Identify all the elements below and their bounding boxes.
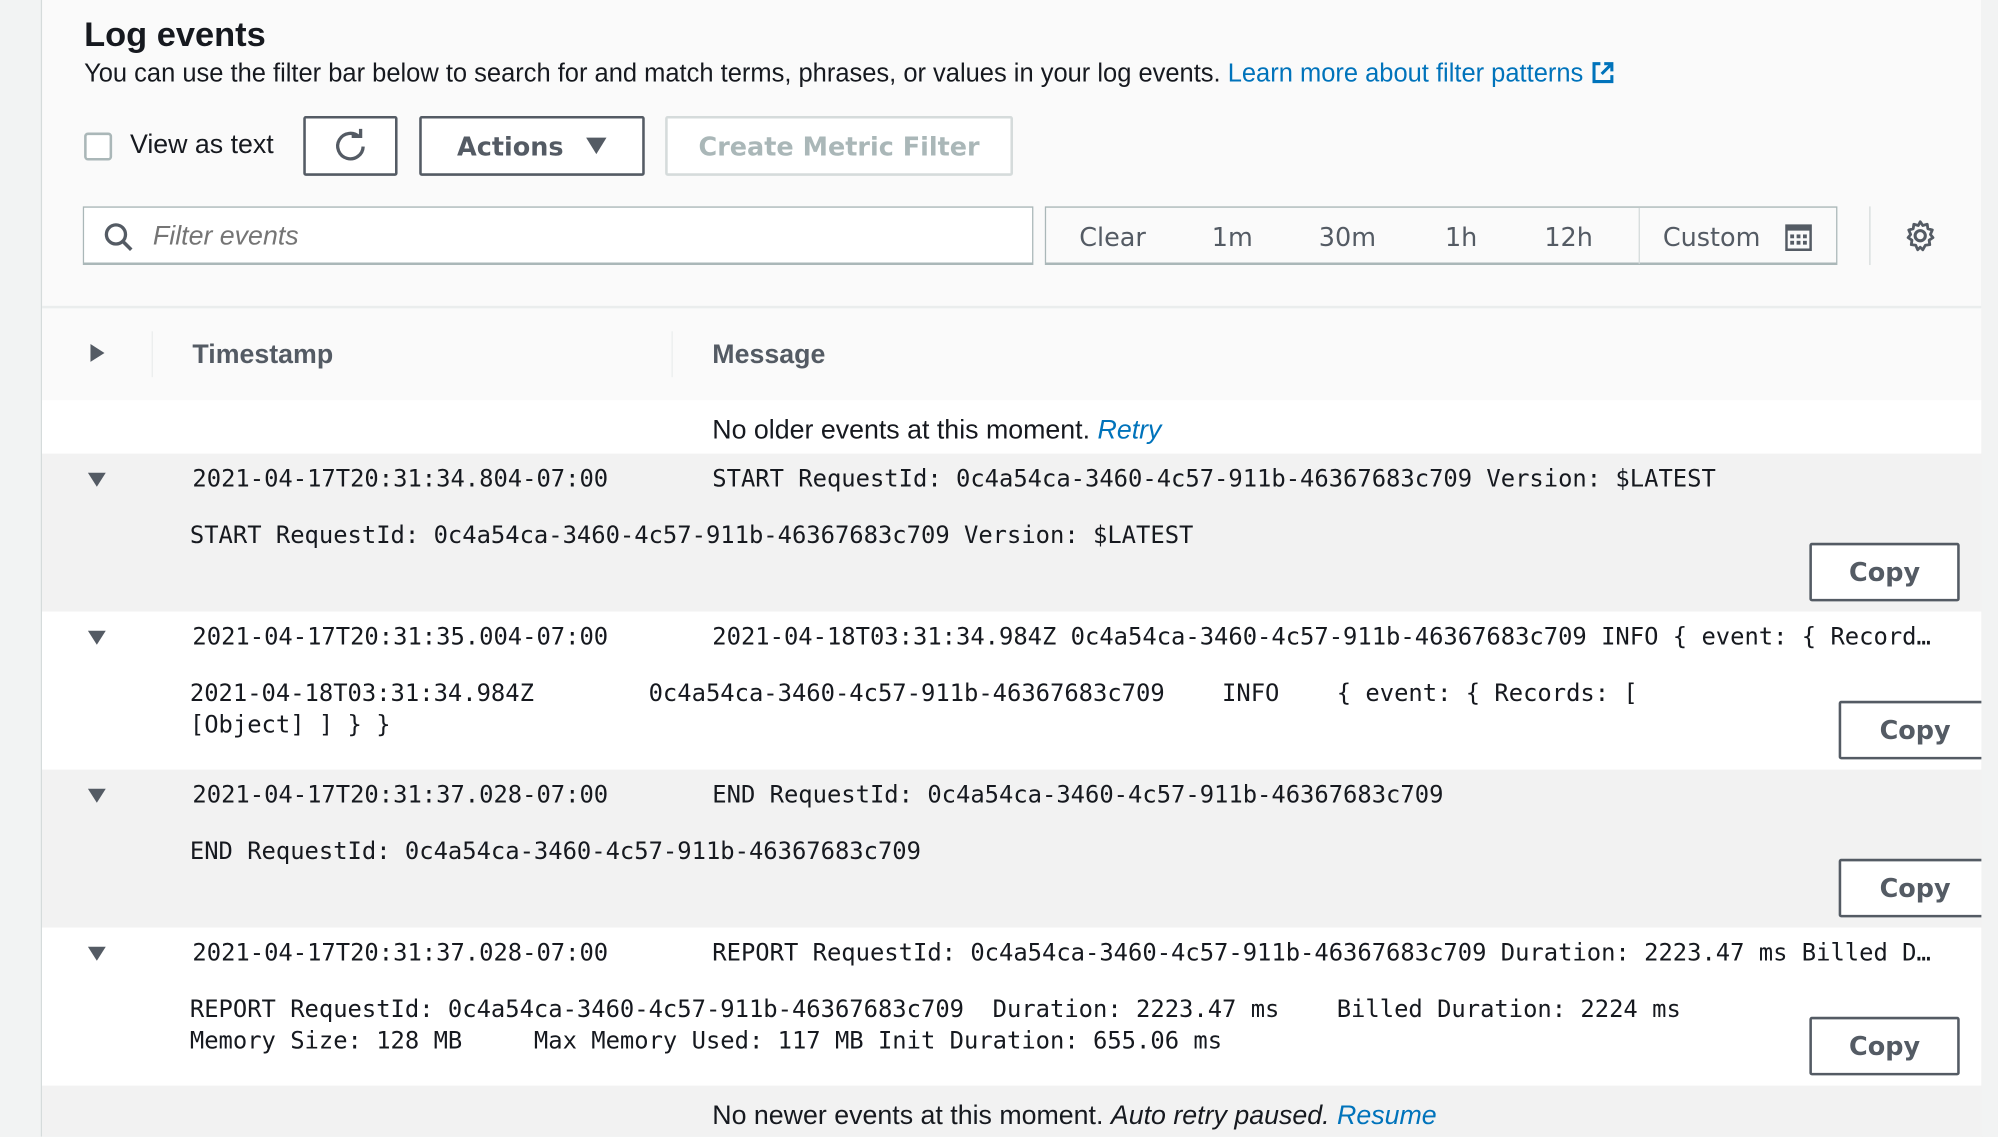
newer-events-message: No newer events at this moment. Auto ret… [712,1101,1436,1132]
resume-link[interactable]: Resume [1337,1101,1437,1130]
description: You can use the filter bar below to sear… [84,60,1616,89]
older-events-row: No older events at this moment. Retry [42,400,1982,454]
log-event-row[interactable]: 2021-04-17T20:31:37.028-07:00 REPORT Req… [42,927,1982,1086]
log-event-row[interactable]: 2021-04-17T20:31:37.028-07:00 END Reques… [42,769,1992,928]
range-12h[interactable]: 12h [1544,208,1593,263]
divider [151,331,153,378]
event-detail-line: Memory Size: 128 MB Max Memory Used: 117… [189,1028,1223,1056]
copy-button[interactable]: Copy [1838,858,1992,918]
log-event-row[interactable]: 2021-04-17T20:31:34.804-07:00 START Requ… [42,453,1982,612]
event-detail-line: START RequestId: 0c4a54ca-3460-4c57-911b… [189,522,1194,550]
event-timestamp: 2021-04-17T20:31:37.028-07:00 [192,940,609,968]
learn-more-link[interactable]: Learn more about filter patterns [1228,60,1616,88]
collapse-row-icon[interactable] [87,472,106,487]
calendar-icon[interactable] [1785,224,1812,252]
refresh-button[interactable] [303,115,398,176]
log-event-row[interactable]: 2021-04-17T20:31:35.004-07:00 2021-04-18… [42,611,1992,770]
event-timestamp: 2021-04-17T20:31:37.028-07:00 [192,782,609,810]
external-link-icon [1592,62,1614,84]
event-detail-line: END RequestId: 0c4a54ca-3460-4c57-911b-4… [189,838,921,866]
divider [671,331,673,378]
table-header: Timestamp Message [42,305,1982,403]
event-detail-line: [Object] ] } } [189,712,391,740]
collapse-row-icon[interactable] [87,630,106,645]
copy-button[interactable]: Copy [1809,542,1960,602]
divider [1638,207,1640,264]
column-header-message[interactable]: Message [712,340,825,371]
learn-more-text: Learn more about filter patterns [1227,59,1584,88]
filter-input[interactable] [82,206,1034,266]
collapse-row-icon[interactable] [87,946,106,961]
event-message: END RequestId: 0c4a54ca-3460-4c57-911b-4… [712,782,1444,810]
time-range-selector: Clear 1m 30m 1h 12h Custom [1044,206,1838,266]
older-events-message: No older events at this moment. Retry [712,415,1161,446]
event-message: REPORT RequestId: 0c4a54ca-3460-4c57-911… [712,940,1931,968]
refresh-icon [336,128,365,160]
copy-button[interactable]: Copy [1838,700,1992,760]
event-detail-line: 2021-04-18T03:31:34.984Z 0c4a54ca-3460-4… [189,680,1638,708]
event-timestamp: 2021-04-17T20:31:35.004-07:00 [192,624,609,652]
view-as-text-checkbox[interactable] [84,132,113,161]
create-metric-filter-button[interactable]: Create Metric Filter [665,115,1013,176]
scrollbar[interactable] [1981,0,1998,1137]
range-clear[interactable]: Clear [1079,208,1146,263]
range-custom[interactable]: Custom [1663,208,1761,263]
range-30m[interactable]: 30m [1319,208,1376,263]
actions-label: Actions [457,130,564,162]
collapse-row-icon[interactable] [87,788,106,803]
older-events-text: No older events at this moment. [712,415,1091,445]
log-events-panel: Log events You can use the filter bar be… [40,0,1992,1137]
event-detail-line: REPORT RequestId: 0c4a54ca-3460-4c57-911… [189,996,1681,1024]
range-1h[interactable]: 1h [1445,208,1477,263]
caret-down-icon [586,137,607,155]
gear-icon[interactable] [1904,219,1937,252]
newer-events-row: No newer events at this moment. Auto ret… [42,1085,1982,1137]
retry-link[interactable]: Retry [1098,415,1162,444]
actions-dropdown[interactable]: Actions [419,115,645,176]
event-message: START RequestId: 0c4a54ca-3460-4c57-911b… [712,466,1716,494]
range-1m[interactable]: 1m [1212,208,1253,263]
view-as-text-label[interactable]: View as text [130,130,274,161]
search-icon [104,223,133,252]
column-header-timestamp[interactable]: Timestamp [192,340,333,371]
divider [1869,206,1871,266]
description-text: You can use the filter bar below to sear… [84,59,1221,88]
event-timestamp: 2021-04-17T20:31:34.804-07:00 [192,466,609,494]
page-title: Log events [84,15,266,54]
copy-button[interactable]: Copy [1809,1016,1960,1076]
event-message: 2021-04-18T03:31:34.984Z 0c4a54ca-3460-4… [712,624,1931,652]
expand-all-icon[interactable] [90,344,105,362]
filter-events-input[interactable] [150,215,984,259]
newer-events-text: No newer events at this moment. [712,1100,1104,1131]
auto-retry-status: Auto retry paused. [1110,1100,1330,1131]
